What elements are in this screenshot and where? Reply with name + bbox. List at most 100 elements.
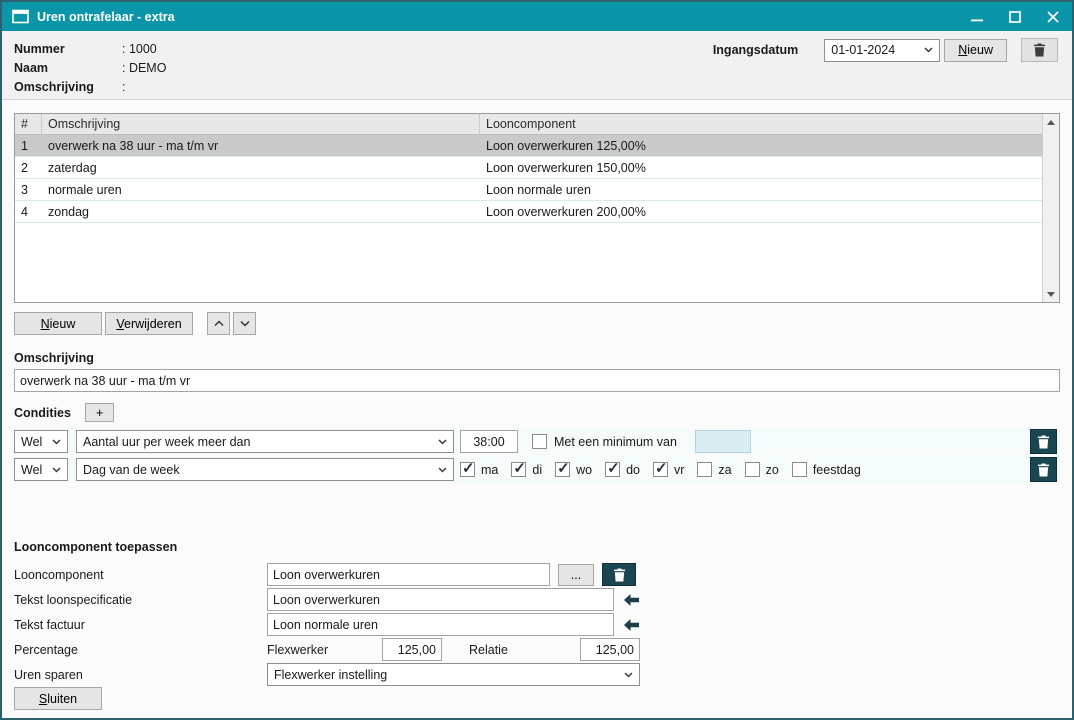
day-item: wo [555, 462, 599, 477]
day-item: zo [745, 462, 786, 477]
column-header-num[interactable]: # [15, 114, 42, 134]
ingangsdatum-label: Ingangsdatum [713, 43, 798, 57]
chevron-down-icon [438, 467, 447, 473]
delete-condition-button[interactable] [1030, 429, 1057, 454]
chevron-down-icon [52, 439, 61, 445]
flexwerker-percentage-input[interactable] [382, 638, 442, 661]
tekst-factuur-input[interactable] [267, 613, 614, 636]
chevron-down-icon [438, 439, 447, 445]
copy-text-button[interactable] [619, 614, 643, 636]
condition-type-value: Aantal uur per week meer dan [83, 435, 250, 449]
day-checkbox-zo[interactable] [745, 462, 760, 477]
looncomponent-input[interactable] [267, 563, 550, 586]
day-checkbox-feestdag[interactable] [792, 462, 807, 477]
condition-mode-value: Wel [21, 463, 42, 477]
table-row[interactable]: 4 zondag Loon overwerkuren 200,00% [15, 201, 1042, 223]
day-checkbox-wo[interactable] [555, 462, 570, 477]
omschrijving-input[interactable] [14, 369, 1060, 392]
verwijderen-button[interactable]: Verwijderen [105, 312, 193, 335]
condition-mode-select[interactable]: Wel [14, 458, 68, 481]
day-label: zo [766, 463, 779, 477]
looncomponent-label: Looncomponent [14, 568, 267, 582]
tekst-loonspecificatie-input[interactable] [267, 588, 614, 611]
omschrijving-header-label: Omschrijving [14, 78, 122, 97]
cell-omschrijving: zondag [42, 201, 480, 222]
delete-looncomponent-button[interactable] [602, 563, 636, 586]
condition-mode-value: Wel [21, 435, 42, 449]
condition-type-value: Dag van de week [83, 463, 180, 477]
condition-mode-select[interactable]: Wel [14, 430, 68, 453]
condition-type-select[interactable]: Dag van de week [76, 458, 454, 481]
tekst-factuur-label: Tekst factuur [14, 618, 267, 632]
day-item: di [511, 462, 549, 477]
table-row[interactable]: 2 zaterdag Loon overwerkuren 150,00% [15, 157, 1042, 179]
move-down-button[interactable] [233, 312, 256, 335]
uren-sparen-select[interactable]: Flexwerker instelling [267, 663, 640, 686]
naam-value: : DEMO [122, 59, 166, 78]
browse-button[interactable]: ... [558, 564, 594, 586]
day-item: za [697, 462, 738, 477]
nummer-label: Nummer [14, 40, 122, 59]
condities-label: Condities [14, 406, 71, 420]
move-up-button[interactable] [207, 312, 230, 335]
column-header-looncomponent[interactable]: Looncomponent [480, 114, 1042, 134]
scroll-down-button[interactable] [1043, 286, 1059, 302]
delete-condition-button[interactable] [1030, 457, 1057, 482]
dialog-footer: Sluiten [14, 687, 1060, 710]
day-label: di [532, 463, 542, 477]
scroll-up-button[interactable] [1043, 114, 1059, 130]
day-checkbox-di[interactable] [511, 462, 526, 477]
cell-looncomponent: Loon overwerkuren 150,00% [480, 157, 1042, 178]
table-row[interactable]: 3 normale uren Loon normale uren [15, 179, 1042, 201]
relatie-percentage-input[interactable] [580, 638, 640, 661]
looncomponent-section: Looncomponent toepassen Looncomponent ..… [14, 540, 1060, 687]
day-label: vr [674, 463, 684, 477]
dialog-window: Uren ontrafelaar - extra Nummer : 1000 N… [0, 0, 1074, 720]
cell-num: 3 [15, 179, 42, 200]
nieuw-button[interactable]: Nieuw [14, 312, 102, 335]
condities-header: Condities + [14, 403, 1060, 422]
trash-icon [1033, 43, 1046, 57]
close-button[interactable] [1044, 8, 1062, 26]
relatie-label: Relatie [469, 643, 580, 657]
ingangsdatum-value: 01-01-2024 [831, 43, 895, 57]
table-scrollbar[interactable] [1042, 114, 1059, 302]
add-condition-button[interactable]: + [85, 403, 114, 422]
condition-type-select[interactable]: Aantal uur per week meer dan [76, 430, 454, 453]
hours-threshold-input[interactable] [460, 430, 518, 453]
chevron-up-icon [214, 320, 224, 327]
window-titlebar: Uren ontrafelaar - extra [2, 2, 1072, 31]
chevron-down-icon [624, 672, 633, 678]
minimum-input[interactable] [695, 430, 751, 453]
column-header-omschrijving[interactable]: Omschrijving [42, 114, 480, 134]
hours-table: # Omschrijving Looncomponent 1 overwerk … [14, 113, 1060, 303]
ingangsdatum-select[interactable]: 01-01-2024 [824, 39, 940, 62]
record-header: Nummer : 1000 Naam : DEMO Omschrijving :… [2, 31, 1072, 100]
day-label: ma [481, 463, 498, 477]
nieuw-header-button[interactable]: Nieuw [944, 39, 1007, 62]
cell-looncomponent: Loon overwerkuren 125,00% [480, 135, 1042, 156]
sluiten-button[interactable]: Sluiten [14, 687, 102, 710]
cell-omschrijving: zaterdag [42, 157, 480, 178]
maximize-button[interactable] [1006, 8, 1024, 26]
minimize-button[interactable] [968, 8, 986, 26]
chevron-down-icon [240, 320, 250, 327]
day-checkbox-do[interactable] [605, 462, 620, 477]
day-item: do [605, 462, 647, 477]
condition-row: Wel Dag van de week ma di wo do [14, 456, 1060, 483]
copy-text-button[interactable] [619, 589, 643, 611]
day-checkbox-vr[interactable] [653, 462, 668, 477]
naam-label: Naam [14, 59, 122, 78]
minimum-checkbox[interactable] [532, 434, 547, 449]
omschrijving-label: Omschrijving [14, 351, 1060, 365]
day-label: za [718, 463, 731, 477]
omschrijving-header-value: : [122, 78, 125, 97]
table-header: # Omschrijving Looncomponent [15, 114, 1042, 135]
app-icon [12, 9, 29, 24]
day-checkbox-za[interactable] [697, 462, 712, 477]
day-label: wo [576, 463, 592, 477]
table-row[interactable]: 1 overwerk na 38 uur - ma t/m vr Loon ov… [15, 135, 1042, 157]
delete-header-button[interactable] [1021, 38, 1058, 62]
day-checkbox-ma[interactable] [460, 462, 475, 477]
trash-icon [613, 568, 626, 582]
